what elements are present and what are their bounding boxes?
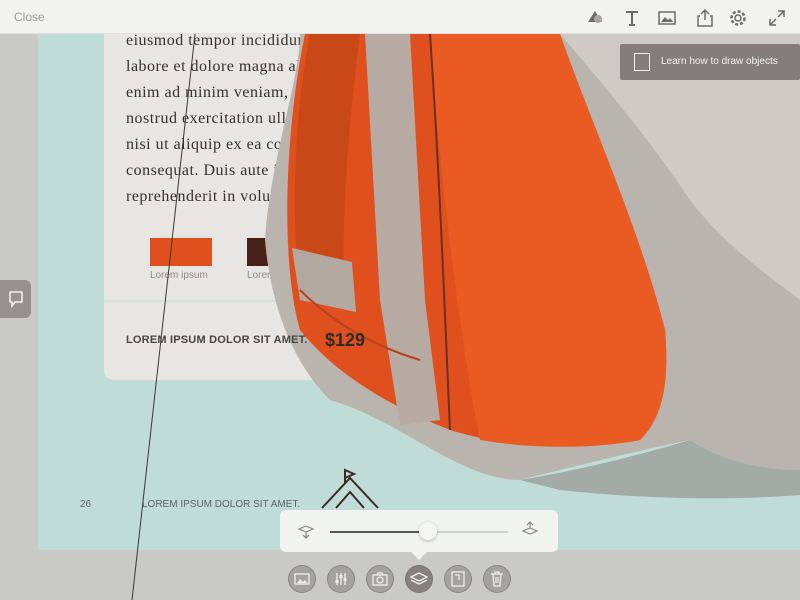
crop-icon	[451, 571, 465, 587]
delete-button[interactable]	[483, 565, 511, 593]
crop-button[interactable]	[444, 565, 472, 593]
adjust-icon	[335, 573, 347, 585]
share-icon[interactable]	[694, 7, 716, 29]
text-icon[interactable]	[621, 7, 643, 29]
depth-slider-fill	[330, 531, 428, 533]
popover-arrow	[410, 551, 428, 560]
close-button[interactable]: Close	[14, 10, 45, 24]
adjust-button[interactable]	[327, 565, 355, 593]
camera-icon	[372, 572, 388, 586]
fullscreen-icon[interactable]	[766, 7, 788, 29]
product-price: $129	[325, 330, 366, 350]
draw-objects-tooltip[interactable]: Learn how to draw objects	[620, 44, 800, 80]
image-icon[interactable]	[656, 7, 678, 29]
shape-icon[interactable]	[584, 7, 606, 29]
send-backward-icon[interactable]	[296, 521, 316, 541]
depth-slider-thumb[interactable]	[418, 522, 437, 540]
footer-text: LOREM IPSUM DOLOR SIT AMET.	[142, 499, 301, 510]
draw-object-icon	[634, 53, 650, 71]
photo-button[interactable]	[288, 565, 316, 593]
comment-button[interactable]	[0, 280, 31, 318]
bring-forward-icon[interactable]	[520, 519, 540, 539]
product-name: LOREM IPSUM DOLOR SIT AMET.	[126, 334, 308, 346]
canvas-stage: eiusmod tempor incididunt ut labore et d…	[0, 0, 800, 600]
comment-icon	[8, 291, 23, 308]
tooltip-text: Learn how to draw objects	[661, 56, 778, 67]
layers-button[interactable]	[405, 565, 433, 593]
layers-icon	[410, 572, 428, 585]
camera-button[interactable]	[366, 565, 394, 593]
page-number: 26	[80, 499, 92, 510]
top-toolbar: Close	[0, 0, 800, 34]
photo-icon	[294, 573, 310, 585]
settings-icon[interactable]	[727, 7, 749, 29]
trash-icon	[491, 571, 503, 587]
